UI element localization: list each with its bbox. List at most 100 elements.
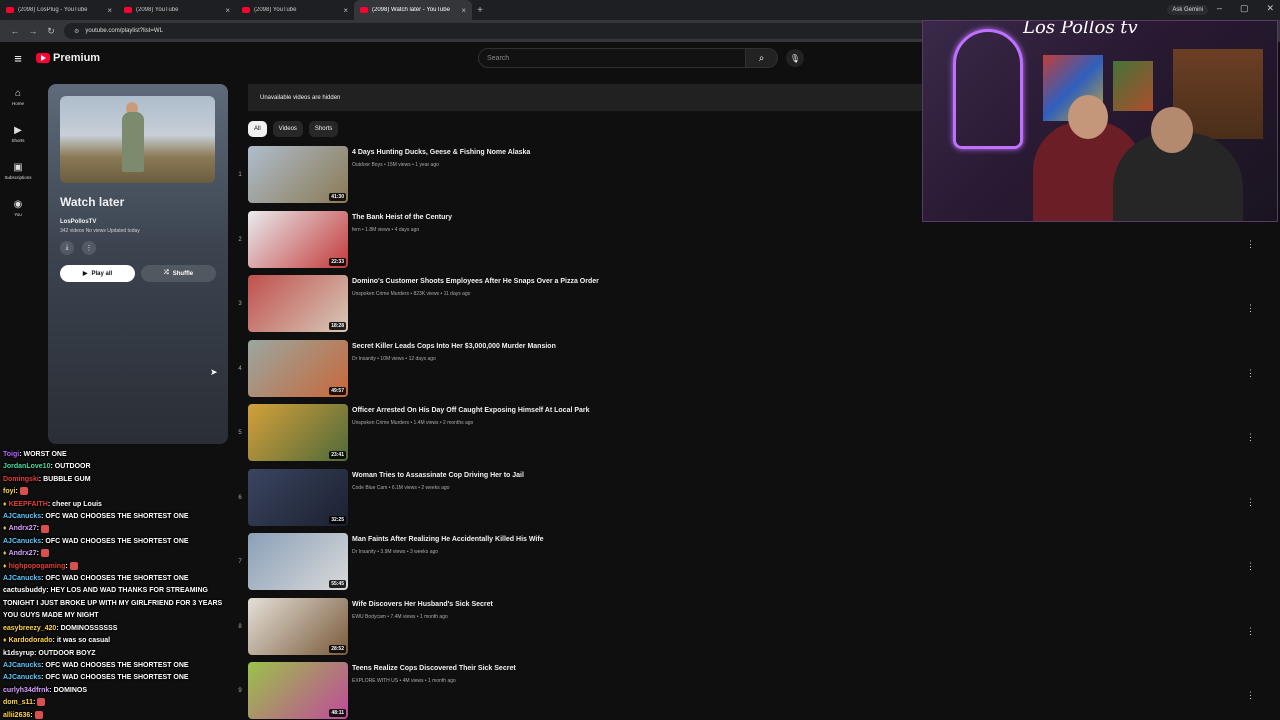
chat-username[interactable]: k1dsyrup <box>3 650 34 657</box>
new-tab-button[interactable]: + <box>472 0 488 20</box>
more-options-icon[interactable]: ⋮ <box>1246 303 1255 314</box>
more-options-icon[interactable]: ⋮ <box>1246 690 1255 701</box>
video-thumbnail[interactable]: 41:30 <box>248 146 348 203</box>
video-title[interactable]: Officer Arrested On His Day Off Caught E… <box>352 407 590 414</box>
playlist-thumbnail[interactable] <box>60 96 215 183</box>
forward-icon[interactable]: → <box>24 26 42 36</box>
close-tab-icon[interactable]: × <box>107 6 112 15</box>
youtube-logo[interactable]: Premium <box>36 52 100 64</box>
tab-title: (2098) YouTube <box>136 7 179 13</box>
video-text: Man Faints After Realizing He Accidental… <box>352 533 544 555</box>
chat-username[interactable]: easybreezy_420 <box>3 625 56 632</box>
video-thumbnail[interactable]: 23:41 <box>248 404 348 461</box>
wall-art-2 <box>1113 61 1153 111</box>
more-options-icon[interactable]: ⋮ <box>1246 432 1255 443</box>
maximize-icon[interactable]: ▢ <box>1240 3 1249 14</box>
video-title[interactable]: Teens Realize Cops Discovered Their Sick… <box>352 665 516 672</box>
guide-item-shorts[interactable]: ▶ Shorts <box>0 115 36 152</box>
video-title[interactable]: Domino's Customer Shoots Employees After… <box>352 278 599 285</box>
video-title[interactable]: Secret Killer Leads Cops Into Her $3,000… <box>352 343 556 350</box>
video-title[interactable]: Wife Discovers Her Husband's Sick Secret <box>352 601 493 608</box>
more-options-icon[interactable]: ⋮ <box>82 241 96 255</box>
more-options-icon[interactable]: ⋮ <box>1246 368 1255 379</box>
chat-username[interactable]: JordanLove10 <box>3 463 50 470</box>
video-title[interactable]: The Bank Heist of the Century <box>352 214 452 221</box>
guide-item-subscriptions[interactable]: ▣ Subscriptions <box>0 152 36 189</box>
video-title[interactable]: 4 Days Hunting Ducks, Geese & Fishing No… <box>352 149 530 156</box>
chat-username[interactable]: foyi <box>3 488 15 495</box>
url-field[interactable]: ⚙ youtube.com/playlist?list=WL <box>64 23 964 39</box>
chat-username[interactable]: AJCanucks <box>3 662 41 669</box>
chat-username[interactable]: AJCanucks <box>3 513 41 520</box>
chip-all[interactable]: All <box>248 121 267 137</box>
chat-username[interactable]: AJCanucks <box>3 674 41 681</box>
more-options-icon[interactable]: ⋮ <box>1246 239 1255 250</box>
chat-message: ♦ Andrx27: <box>3 523 229 535</box>
video-title[interactable]: Man Faints After Realizing He Accidental… <box>352 536 544 543</box>
chip-shorts[interactable]: Shorts <box>308 121 339 137</box>
browser-tab[interactable]: (2098) Watch later - YouTube × <box>354 0 472 20</box>
duration-badge: 23:41 <box>329 451 346 459</box>
duration-badge: 48:11 <box>329 709 346 717</box>
chat-username[interactable]: AJCanucks <box>3 538 41 545</box>
video-thumbnail[interactable]: 49:57 <box>248 339 348 397</box>
subscriber-badge-icon: ♦ <box>3 550 7 558</box>
download-icon[interactable]: ⤓ <box>60 241 74 255</box>
back-icon[interactable]: ← <box>6 26 24 36</box>
video-title[interactable]: Woman Tries to Assassinate Cop Driving H… <box>352 472 524 479</box>
ask-gemini-button[interactable]: Ask Gemini <box>1167 5 1208 15</box>
chat-username[interactable]: AJCanucks <box>3 575 41 582</box>
chat-username[interactable]: highpopogaming <box>9 563 66 570</box>
browser-tab[interactable]: (2098) YouTube × <box>118 0 236 20</box>
screen: { "browser": { "tabs": [ {"title": "(209… <box>0 0 1280 720</box>
chat-username[interactable]: cactusbuddy <box>3 587 46 594</box>
chip-videos[interactable]: Videos <box>272 121 303 137</box>
video-row[interactable]: 4 49:57 Secret Killer Leads Cops Into Her … <box>232 339 1272 405</box>
video-thumbnail[interactable]: 55:45 <box>248 533 348 590</box>
shuffle-button[interactable]: ⤮ Shuffle <box>141 265 216 282</box>
chat-username[interactable]: Domingski <box>3 476 39 483</box>
video-thumbnail[interactable]: 22:33 <box>248 210 348 268</box>
chat-emote-icon <box>40 549 49 558</box>
site-info-icon[interactable]: ⚙ <box>74 28 79 35</box>
browser-tab[interactable]: (2098) YouTube × <box>236 0 354 20</box>
chat-username[interactable]: KEEPFAITH <box>9 501 48 508</box>
video-row[interactable]: 3 18:28 Domino's Customer Shoots Employees… <box>232 275 1272 340</box>
youtube-favicon-icon <box>360 7 368 13</box>
chat-username[interactable]: dom_s11 <box>3 699 33 706</box>
more-options-icon[interactable]: ⋮ <box>1246 497 1255 508</box>
voice-search-button[interactable]: 🎙 <box>786 49 804 67</box>
chat-username[interactable]: Andrx27 <box>9 550 37 557</box>
menu-icon[interactable]: ≡ <box>0 51 36 66</box>
playlist-owner[interactable]: LosPollosTV <box>60 219 216 225</box>
search-button[interactable]: ⌕ <box>746 48 778 68</box>
close-tab-icon[interactable]: × <box>461 6 466 15</box>
browser-tab[interactable]: (2098) LosPlug - YouTube × <box>0 0 118 20</box>
reload-icon[interactable]: ↻ <box>42 26 60 37</box>
video-thumbnail[interactable]: 48:11 <box>248 662 348 719</box>
chat-username[interactable]: curlyh34dfrnk <box>3 687 49 694</box>
video-thumbnail[interactable]: 28:52 <box>248 597 348 655</box>
video-row[interactable]: 7 55:45 Man Faints After Realizing He Acci… <box>232 533 1272 598</box>
chat-username[interactable]: allii2636 <box>3 712 30 719</box>
chat-username[interactable]: Toigi <box>3 451 19 458</box>
more-options-icon[interactable]: ⋮ <box>1246 561 1255 572</box>
guide-item-you[interactable]: ◉ You <box>0 189 36 226</box>
video-thumbnail[interactable]: 32:25 <box>248 468 348 526</box>
more-options-icon[interactable]: ⋮ <box>1246 626 1255 637</box>
chat-username[interactable]: Kardodorado <box>9 637 53 644</box>
close-tab-icon[interactable]: × <box>343 6 348 15</box>
video-thumbnail[interactable]: 18:28 <box>248 275 348 332</box>
search-input[interactable]: Search <box>478 48 746 68</box>
play-all-button[interactable]: ▶ Play all <box>60 265 135 282</box>
video-row[interactable]: 8 28:52 Wife Discovers Her Husband's Sick … <box>232 597 1272 663</box>
filter-chips: All Videos Shorts <box>248 121 339 137</box>
video-row[interactable]: 9 48:11 Teens Realize Cops Discovered Thei… <box>232 662 1272 720</box>
video-row[interactable]: 5 23:41 Officer Arrested On His Day Off Ca… <box>232 404 1272 469</box>
close-window-icon[interactable]: ✕ <box>1266 3 1274 14</box>
minimize-icon[interactable]: – <box>1217 3 1222 14</box>
close-tab-icon[interactable]: × <box>225 6 230 15</box>
video-row[interactable]: 6 32:25 Woman Tries to Assassinate Cop Dri… <box>232 468 1272 534</box>
chat-username[interactable]: Andrx27 <box>9 525 37 532</box>
guide-item-home[interactable]: ⌂ Home <box>0 78 36 115</box>
